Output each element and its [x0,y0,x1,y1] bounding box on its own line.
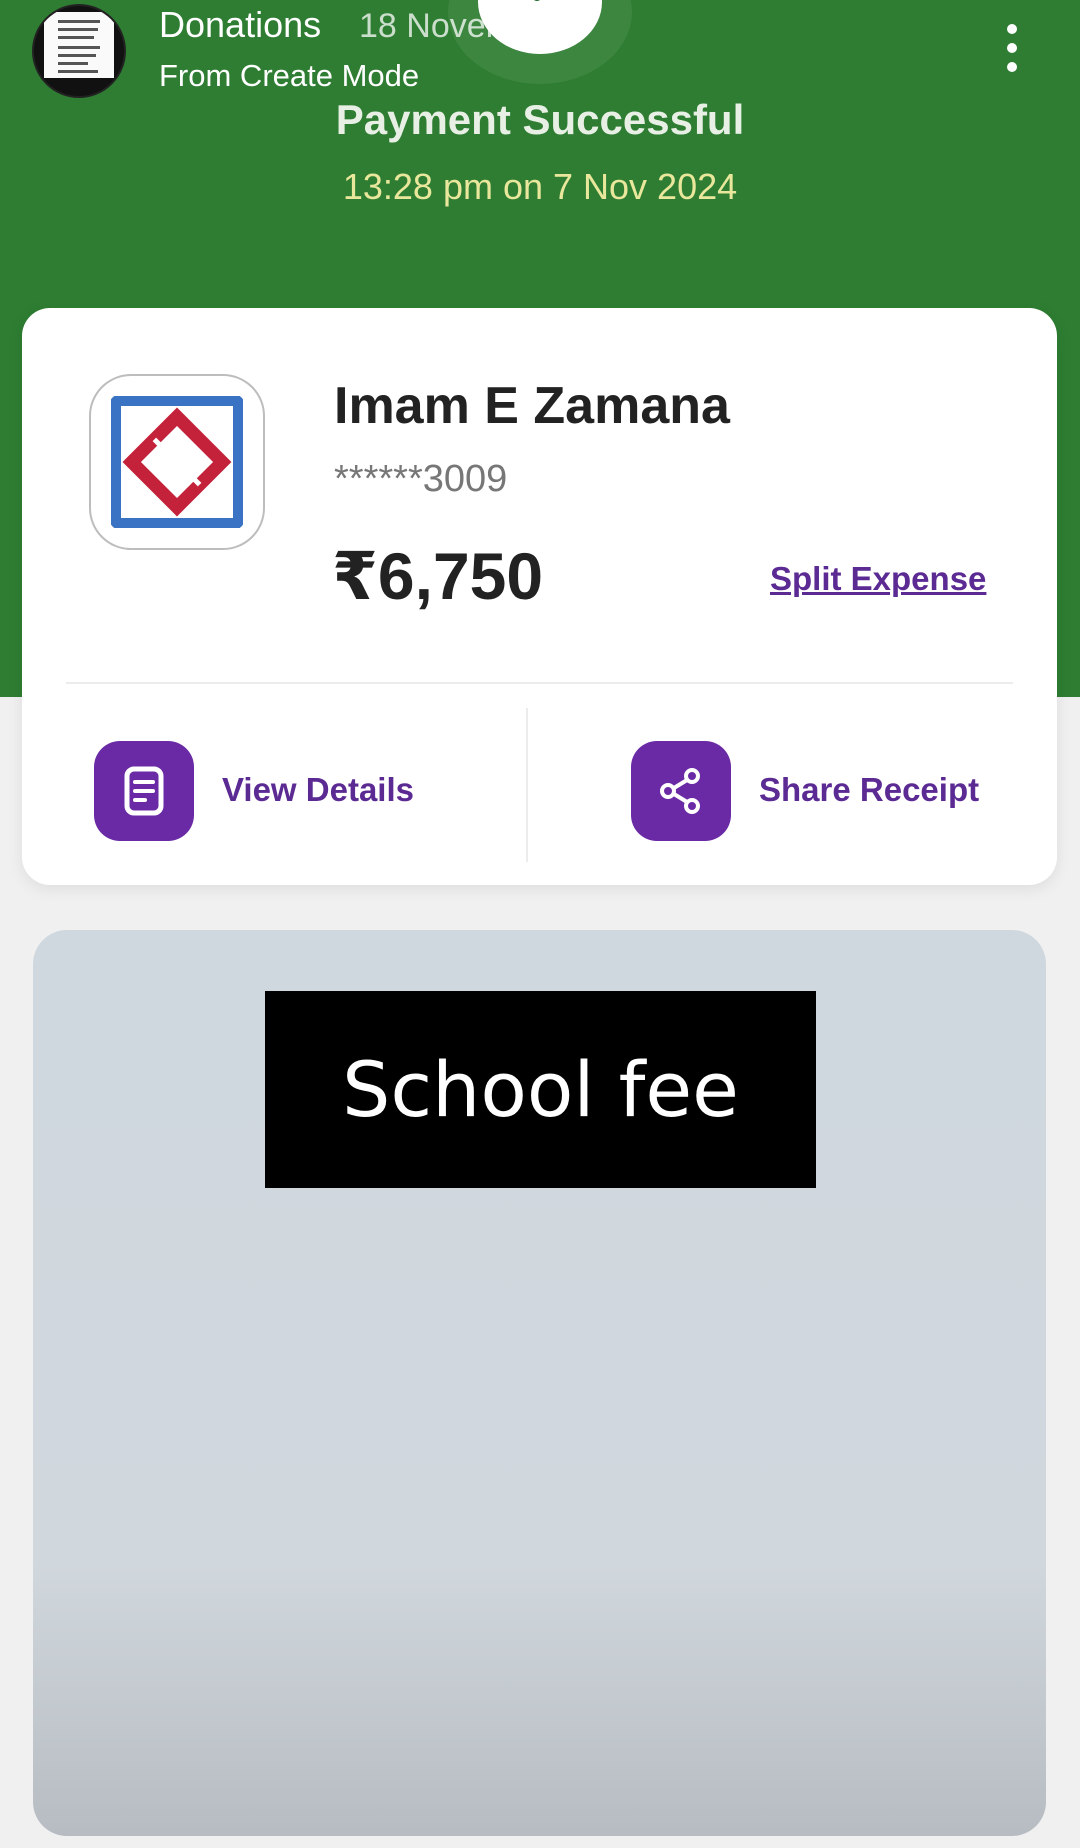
text-sticker[interactable]: School fee [265,991,816,1188]
actions-divider [526,708,528,862]
bank-logo [89,374,265,550]
story-date: 18 November [359,7,564,45]
share-receipt-label: Share Receipt [759,771,980,808]
more-options-icon[interactable] [990,20,1034,76]
document-icon [94,741,194,841]
bank-logo-icon [111,396,243,528]
share-icon [631,741,731,841]
payment-amount: ₹6,750 [332,539,544,613]
avatar-thumbnail [44,12,114,78]
payment-card: Imam E Zamana ******3009 ₹6,750 Split Ex… [22,308,1057,885]
card-divider [66,682,1013,684]
story-image-panel: School fee [33,930,1046,1836]
split-expense-link[interactable]: Split Expense [770,560,986,598]
sticker-text: School fee [342,1045,739,1134]
payee-account-number: ******3009 [334,458,508,500]
view-details-button[interactable]: View Details [94,741,454,841]
story-avatar[interactable] [32,4,126,98]
story-subtitle: From Create Mode [159,58,420,93]
payee-name: Imam E Zamana [334,377,730,435]
payment-status-title: Payment Successful [335,96,745,143]
story-title[interactable]: Donations [159,4,321,46]
share-receipt-button[interactable]: Share Receipt [631,741,1021,841]
payment-timestamp: 13:28 pm on 7 Nov 2024 [342,166,738,207]
view-details-label: View Details [222,771,414,808]
